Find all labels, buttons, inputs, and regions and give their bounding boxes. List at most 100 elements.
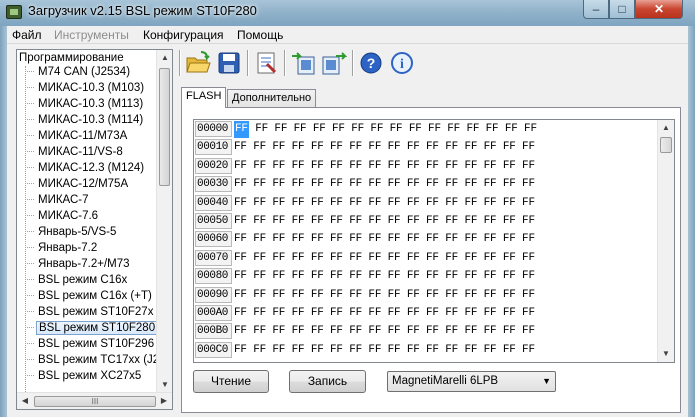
ecu-type-select-value: MagnetiMarelli 6LPB xyxy=(392,375,499,387)
tree-connector xyxy=(25,263,34,265)
ecu-type-select[interactable]: MagnetiMarelli 6LPB ▼ xyxy=(387,371,556,392)
tree-item[interactable]: BSL режим ST10F296 xyxy=(25,338,156,354)
window-frame-left xyxy=(0,26,7,417)
hex-row: 00080 FF FF FF FF FF FF FF FF FF FF FF FF… xyxy=(195,268,535,285)
menu-tools[interactable]: Инструменты xyxy=(54,28,129,42)
tree-connector xyxy=(25,215,34,217)
hex-bytes[interactable]: FF FF FF FF FF FF FF FF FF FF FF FF FF F… xyxy=(234,287,535,304)
tree-item[interactable]: Январь-7.2 xyxy=(25,242,99,258)
tree-connector xyxy=(25,247,34,249)
hex-vertical-scrollbar[interactable]: ▲ ▼ xyxy=(657,120,674,362)
tab-advanced[interactable]: Дополнительно xyxy=(227,89,317,108)
hex-bytes[interactable]: FF FF FF FF FF FF FF FF FF FF FF FF FF F… xyxy=(234,158,535,175)
tree-item-label: BSL режим TC17xx (J25 xyxy=(38,354,166,366)
tree-item[interactable]: BSL режим TC17xx (J25 xyxy=(25,354,168,370)
tree-connector xyxy=(25,231,34,233)
hex-bytes[interactable]: FF FF FF FF FF FF FF FF FF FF FF FF FF F… xyxy=(234,139,535,156)
hex-bytes[interactable]: FF FF FF FF FF FF FF FF FF FF FF FF FF F… xyxy=(234,231,535,248)
hex-bytes[interactable]: FF FF FF FF FF FF FF FF FF FF FF FF FF F… xyxy=(234,250,535,267)
minimize-button[interactable]: – xyxy=(583,0,609,19)
read-ecu-icon[interactable] xyxy=(290,50,316,76)
hex-scroll-thumb[interactable] xyxy=(660,137,672,153)
close-button[interactable]: ✕ xyxy=(635,0,683,19)
hex-scroll-down-arrow-icon[interactable]: ▼ xyxy=(658,346,674,362)
tree-item[interactable]: МИКАС-10.3 (M103) xyxy=(25,82,146,98)
read-button[interactable]: Чтение xyxy=(193,370,269,393)
hex-row: 00050 FF FF FF FF FF FF FF FF FF FF FF FF… xyxy=(195,213,535,230)
hex-view[interactable]: 00000 FF FF FF FF FF FF FF FF FF FF FF FF… xyxy=(193,119,675,363)
info-icon[interactable]: i xyxy=(389,50,415,76)
maximize-button[interactable]: □ xyxy=(609,0,635,19)
toolbar-separator xyxy=(284,50,286,76)
svg-text:i: i xyxy=(400,57,404,72)
tree-vertical-scrollbar[interactable]: ▲ ▼ xyxy=(156,50,172,393)
tree-connector xyxy=(25,167,34,169)
tree-item[interactable]: BSL режим C16x xyxy=(25,274,129,290)
tree-item[interactable]: МИКАС-12.3 (M124) xyxy=(25,162,146,178)
hex-bytes[interactable]: FF FF FF FF FF FF FF FF FF FF FF FF FF F… xyxy=(234,213,535,230)
hex-bytes[interactable]: FF FF FF FF FF FF FF FF FF FF FF FF FF F… xyxy=(234,176,535,193)
tree-connector xyxy=(25,87,34,89)
tree-item[interactable]: МИКАС-10.3 (M113) xyxy=(25,98,145,114)
help-icon[interactable]: ? xyxy=(358,50,384,76)
tab-flash[interactable]: FLASH xyxy=(181,87,227,108)
hex-bytes[interactable]: FF FF FF FF FF FF FF FF FF FF FF FF FF F… xyxy=(234,305,535,322)
tree-item-label: Январь-5/VS-5 xyxy=(38,226,117,238)
tree-item[interactable]: Январь-5/VS-5 xyxy=(25,226,118,242)
tree-connector xyxy=(25,295,34,297)
tree-item-label: МИКАС-7.6 xyxy=(38,210,99,222)
hex-bytes[interactable]: FF FF FF FF FF FF FF FF FF FF FF FF FF F… xyxy=(234,323,535,340)
tree-item[interactable]: M74 CAN (J2534) xyxy=(25,66,132,82)
hex-scroll-up-arrow-icon[interactable]: ▲ xyxy=(658,120,674,136)
tree-item[interactable]: BSL режим XC27x5 xyxy=(25,370,143,386)
tree-item[interactable]: МИКАС-11/M73A xyxy=(25,130,129,146)
tree-item[interactable]: МИКАС-10.3 (M114) xyxy=(25,114,145,130)
title-bar[interactable]: Загрузчик v2.15 BSL режим ST10F280 – □ ✕ xyxy=(0,0,695,26)
hex-bytes[interactable]: FF FF FF FF FF FF FF FF FF FF FF FF FF F… xyxy=(234,195,535,212)
hex-address: 00050 xyxy=(195,213,232,229)
menu-configuration[interactable]: Конфигурация xyxy=(143,28,224,42)
tree-item[interactable]: BSL режим ST10F27x xyxy=(25,306,155,322)
hex-address: 00070 xyxy=(195,249,232,266)
scroll-up-arrow-icon[interactable]: ▲ xyxy=(157,50,172,66)
hex-bytes[interactable]: FF FF FF FF FF FF FF FF FF FF FF FF FF F… xyxy=(234,121,537,138)
scroll-down-arrow-icon[interactable]: ▼ xyxy=(157,377,172,393)
write-ecu-icon[interactable] xyxy=(321,50,348,76)
tree-item[interactable]: BSL режим ST10F280 xyxy=(25,321,159,338)
tree-item-label: BSL режим ST10F27x xyxy=(38,306,154,318)
tree-item-label: МИКАС-12/M75A xyxy=(38,178,129,190)
open-folder-icon[interactable] xyxy=(185,50,211,76)
tree-item[interactable]: BSL режим C16x (+T) xyxy=(25,290,154,306)
scroll-right-arrow-icon[interactable]: ▶ xyxy=(156,393,172,409)
hex-address: 000A0 xyxy=(195,305,232,321)
hex-bytes[interactable]: FF FF FF FF FF FF FF FF FF FF FF FF FF F… xyxy=(234,268,535,285)
tree-item-label: МИКАС-12.3 (M124) xyxy=(38,162,145,174)
tree-horizontal-scrollbar[interactable]: ◀ III ▶ xyxy=(17,392,172,409)
write-button[interactable]: Запись xyxy=(289,370,366,393)
tree-item[interactable]: МИКАС-7.6 xyxy=(25,210,100,226)
svg-text:?: ? xyxy=(367,55,376,71)
tree-item-label: Январь-7.2+/M73 xyxy=(38,258,130,270)
save-icon[interactable] xyxy=(216,50,242,76)
scroll-left-arrow-icon[interactable]: ◀ xyxy=(17,393,33,409)
hex-cursor-byte[interactable]: FF xyxy=(234,121,249,138)
tree-item[interactable]: МИКАС-11/VS-8 xyxy=(25,146,125,162)
tree-root-programming[interactable]: Программирование xyxy=(19,52,124,64)
tree-item[interactable]: МИКАС-7 xyxy=(25,194,91,210)
tree-vertical-scroll-thumb[interactable] xyxy=(159,68,170,186)
ecu-tree[interactable]: Программирование M74 CAN (J2534) МИКАС-10… xyxy=(16,49,173,410)
menu-file[interactable]: Файл xyxy=(12,28,42,42)
toolbar-separator xyxy=(179,50,181,76)
tree-connector xyxy=(25,311,34,313)
tree-item[interactable]: Январь-7.2+/M73 xyxy=(25,258,132,274)
menu-help[interactable]: Помощь xyxy=(237,28,283,42)
hex-bytes[interactable]: FF FF FF FF FF FF FF FF FF FF FF FF FF F… xyxy=(234,342,535,359)
app-icon xyxy=(6,5,22,19)
tree-item[interactable]: МИКАС-12/M75A xyxy=(25,178,130,194)
tree-item-label: МИКАС-10.3 (M113) xyxy=(38,98,144,110)
settings-list-icon[interactable] xyxy=(253,50,279,76)
hex-address: 00030 xyxy=(195,176,232,193)
client-area: Программирование M74 CAN (J2534) МИКАС-10… xyxy=(7,44,688,417)
tree-horizontal-scroll-thumb[interactable]: III xyxy=(34,396,156,407)
tree-connector xyxy=(25,119,34,121)
